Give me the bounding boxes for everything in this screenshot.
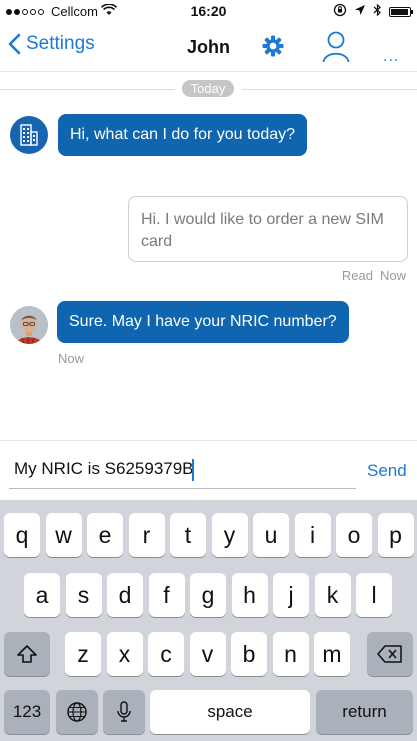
key-o[interactable]: o: [336, 513, 372, 557]
incoming-message-bubble: Sure. May I have your NRIC number?: [57, 301, 349, 343]
user-profile-icon[interactable]: [322, 29, 350, 68]
message-timestamp: Now: [379, 268, 406, 283]
delete-key[interactable]: [367, 632, 413, 676]
key-z[interactable]: z: [65, 632, 101, 676]
numbers-key[interactable]: 123: [4, 690, 50, 734]
microphone-icon: [117, 701, 131, 722]
read-receipt: Read: [341, 268, 373, 283]
chevron-left-icon: [8, 33, 21, 55]
key-w[interactable]: w: [45, 513, 82, 557]
key-r[interactable]: r: [128, 513, 165, 557]
key-q[interactable]: q: [4, 513, 40, 557]
battery-icon: [389, 6, 413, 17]
globe-key[interactable]: [56, 690, 98, 734]
key-l[interactable]: l: [356, 573, 392, 617]
key-k[interactable]: k: [314, 573, 351, 617]
back-button[interactable]: Settings: [8, 33, 95, 55]
back-button-label: Settings: [26, 33, 95, 54]
key-h[interactable]: h: [231, 573, 268, 617]
divider: [0, 89, 175, 90]
gear-icon[interactable]: [262, 35, 284, 62]
key-c[interactable]: c: [148, 632, 184, 676]
key-x[interactable]: x: [106, 632, 143, 676]
key-s[interactable]: s: [65, 573, 102, 617]
key-f[interactable]: f: [148, 573, 185, 617]
agent-avatar: [10, 306, 48, 344]
keyboard: qwertyuiop asdfghjkl zxcvbnm 123 space r…: [0, 500, 417, 741]
key-a[interactable]: a: [24, 573, 60, 617]
key-j[interactable]: j: [273, 573, 309, 617]
status-bar: Cellcom 16:20: [0, 0, 417, 22]
key-y[interactable]: y: [211, 513, 248, 557]
key-u[interactable]: u: [253, 513, 289, 557]
building-icon: [20, 124, 38, 146]
key-m[interactable]: m: [314, 632, 350, 676]
message-composer: Send: [0, 440, 417, 498]
text-cursor: [192, 459, 194, 481]
outgoing-message-bubble: Hi. I would like to order a new SIM card: [128, 196, 408, 262]
shift-icon: [17, 645, 37, 663]
rotation-lock-icon: [333, 3, 347, 20]
key-t[interactable]: t: [170, 513, 206, 557]
backspace-icon: [377, 645, 402, 663]
globe-icon: [67, 702, 87, 722]
return-key[interactable]: return: [316, 690, 413, 734]
status-right: [333, 3, 413, 20]
message-timestamp: Now: [58, 351, 85, 366]
message-status: Read Now: [342, 268, 406, 283]
key-n[interactable]: n: [272, 632, 309, 676]
location-arrow-icon: [354, 4, 366, 19]
date-label: Today: [182, 80, 234, 97]
bluetooth-icon: [373, 3, 382, 20]
battery-level: [391, 8, 408, 15]
send-button[interactable]: Send: [367, 461, 407, 481]
bot-avatar: [10, 116, 48, 154]
divider: [242, 89, 417, 90]
date-separator: Today: [0, 79, 417, 99]
key-g[interactable]: g: [190, 573, 226, 617]
message-input[interactable]: [9, 449, 356, 489]
key-v[interactable]: v: [189, 632, 226, 676]
key-e[interactable]: e: [87, 513, 123, 557]
key-i[interactable]: i: [294, 513, 331, 557]
key-b[interactable]: b: [231, 632, 267, 676]
space-key[interactable]: space: [150, 690, 310, 734]
navigation-bar: Settings John ...: [0, 22, 417, 72]
dictation-key[interactable]: [103, 690, 145, 734]
key-d[interactable]: d: [107, 573, 143, 617]
shift-key[interactable]: [4, 632, 50, 676]
incoming-message-bubble: Hi, what can I do for you today?: [58, 114, 308, 156]
key-p[interactable]: p: [377, 513, 414, 557]
more-options-button[interactable]: ...: [383, 48, 399, 66]
